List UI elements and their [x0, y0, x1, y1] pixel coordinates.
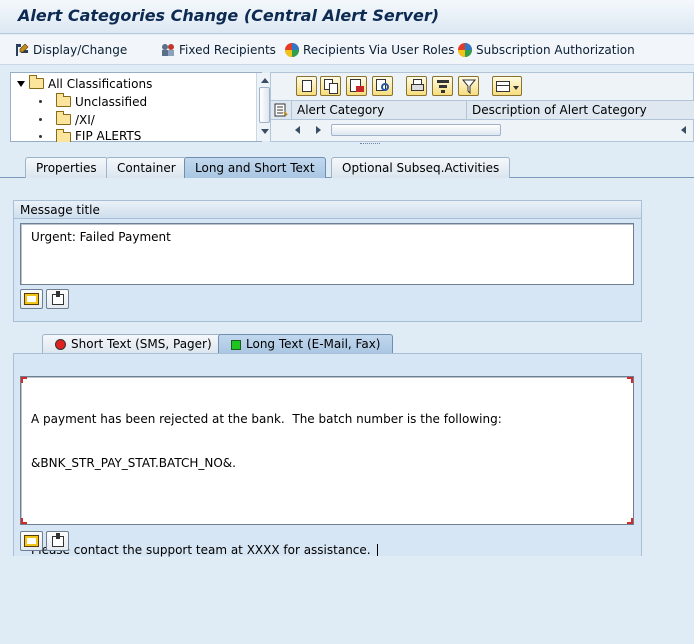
subscription-authorization-icon [457, 42, 473, 58]
classification-tree[interactable]: All Classifications Unclassified /XI/ FI… [10, 72, 272, 142]
tab-short-text[interactable]: Short Text (SMS, Pager) [42, 334, 225, 354]
message-title-heading: Message title [14, 201, 641, 219]
user-roles-icon [284, 42, 300, 58]
long-text-group: A payment has been rejected at the bank.… [13, 353, 642, 557]
bullet-icon [39, 100, 42, 103]
display-change-icon [14, 42, 30, 58]
short-text-tab-label: Short Text (SMS, Pager) [71, 337, 212, 351]
corner-marker [21, 518, 27, 524]
corner-marker [627, 518, 633, 524]
text-type-tabstrip: Short Text (SMS, Pager) Long Text (E-Mai… [42, 334, 642, 354]
tree-node-root[interactable]: All Classifications [17, 75, 152, 92]
fixed-recipients-icon [160, 42, 176, 58]
corner-marker [627, 377, 633, 383]
message-title-sapscript-button[interactable] [46, 289, 69, 309]
long-text-line-3 [31, 499, 623, 514]
main-tabstrip: Properties Container Long and Short Text… [0, 152, 694, 178]
folder-icon [56, 129, 71, 142]
folder-icon [56, 111, 71, 125]
alert-category-grid: Alert Category Description of Alert Cate… [270, 72, 694, 142]
tree-node-unclassified[interactable]: Unclassified [39, 93, 147, 110]
tab-optional-subseq-activities[interactable]: Optional Subseq.Activities [331, 157, 511, 178]
scroll-up-icon[interactable] [261, 78, 269, 83]
subscription-authorization-button[interactable]: Subscription Authorization [457, 40, 635, 60]
long-text-line-4: Please contact the support team at XXXX … [31, 543, 623, 558]
tab-long-text[interactable]: Long Text (E-Mail, Fax) [218, 334, 394, 354]
fixed-recipients-label: Fixed Recipients [179, 43, 276, 57]
layout-icon [496, 81, 510, 92]
tab-container[interactable]: Container [106, 157, 187, 178]
message-title-editor-button[interactable] [20, 289, 43, 309]
display-change-label: Display/Change [33, 43, 128, 57]
expand-icon[interactable] [17, 80, 25, 87]
grid-horizontal-scrollbar[interactable] [291, 122, 694, 138]
long-text-editor-button[interactable] [20, 531, 43, 551]
title-bar: Alert Categories Change (Central Alert S… [0, 0, 694, 34]
tab-properties[interactable]: Properties [25, 157, 108, 178]
tree-node-label: All Classifications [48, 76, 153, 91]
folder-icon [56, 93, 71, 107]
select-all-icon [274, 103, 288, 117]
splitter-handle[interactable] [360, 143, 380, 146]
filter-icon [462, 79, 476, 94]
message-title-group: Message title Urgent: Failed Payment [13, 200, 642, 322]
print-button[interactable] [406, 76, 427, 96]
tree-node-label: FIP ALERTS [75, 129, 142, 142]
tab-long-and-short-text[interactable]: Long and Short Text [184, 157, 326, 178]
green-status-icon [231, 339, 241, 350]
fixed-recipients-button[interactable]: Fixed Recipients [160, 40, 276, 60]
scroll-left-icon[interactable] [295, 126, 300, 134]
sort-icon [437, 80, 449, 83]
subscription-authorization-label: Subscription Authorization [476, 43, 635, 57]
scroll-thumb[interactable] [259, 87, 270, 123]
column-header-alert-category[interactable]: Alert Category [293, 101, 467, 120]
tree-node-label: Unclassified [75, 94, 148, 109]
recipients-via-user-roles-button[interactable]: Recipients Via User Roles [284, 40, 455, 60]
select-all-cell[interactable] [271, 101, 292, 120]
find-button[interactable] [372, 76, 393, 96]
long-text-tab-label: Long Text (E-Mail, Fax) [246, 337, 381, 351]
long-text-line-1: A payment has been rejected at the bank.… [31, 412, 502, 426]
long-text-sapscript-button[interactable] [46, 531, 69, 551]
scroll-right-icon[interactable] [316, 126, 321, 134]
sort-button[interactable] [432, 76, 453, 96]
delete-button[interactable] [346, 76, 367, 96]
window-title: Alert Categories Change (Central Alert S… [18, 6, 440, 25]
bullet-icon [39, 135, 42, 138]
tab-content-area: Message title Urgent: Failed Payment Sho… [8, 179, 694, 557]
tree-node-fip-alerts[interactable]: FIP ALERTS [39, 129, 141, 142]
details-button[interactable] [296, 76, 317, 96]
grid-header-row: Alert Category Description of Alert Cate… [271, 100, 694, 120]
folder-open-icon [29, 75, 44, 89]
long-text-editor[interactable]: A payment has been rejected at the bank.… [20, 376, 634, 557]
copy-button[interactable] [320, 76, 341, 96]
bullet-icon [39, 118, 42, 121]
grid-toolbar [271, 73, 694, 99]
print-icon [411, 84, 424, 91]
scroll-thumb[interactable] [331, 124, 501, 136]
application-toolbar: Display/Change Fixed Recipients Recipien… [0, 35, 694, 65]
column-header-description[interactable]: Description of Alert Category [468, 101, 694, 120]
document-icon [302, 80, 312, 92]
filter-button[interactable] [458, 76, 479, 96]
chevron-down-icon [513, 86, 519, 90]
scroll-left-end-icon[interactable] [681, 126, 686, 134]
layout-button[interactable] [492, 76, 522, 96]
red-status-icon [55, 339, 66, 350]
corner-marker [21, 377, 27, 383]
message-title-input[interactable]: Urgent: Failed Payment [20, 223, 634, 285]
display-change-button[interactable]: Display/Change [14, 40, 127, 60]
scroll-down-icon[interactable] [261, 129, 269, 134]
tree-node-xi[interactable]: /XI/ [39, 111, 95, 128]
tree-node-label: /XI/ [75, 112, 95, 127]
recipients-via-user-roles-label: Recipients Via User Roles [303, 43, 455, 57]
text-cursor [376, 543, 378, 556]
long-text-line-2: &BNK_STR_PAY_STAT.BATCH_NO&. [31, 455, 236, 470]
